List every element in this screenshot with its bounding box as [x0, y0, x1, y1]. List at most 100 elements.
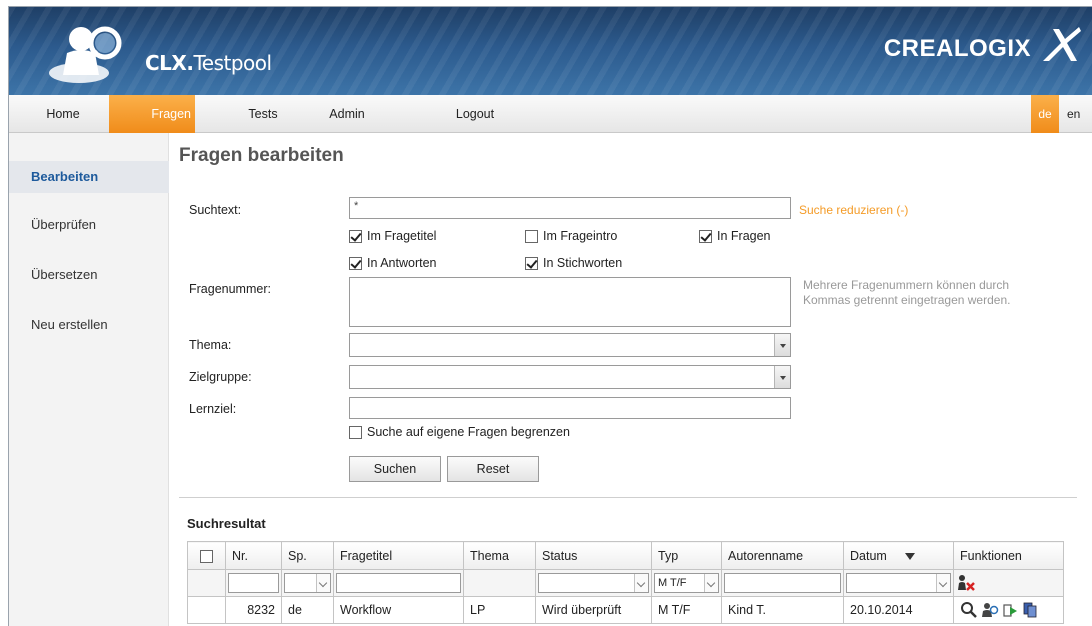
- filter-cell: M T/F: [651, 569, 722, 597]
- filter-datum-select[interactable]: [846, 573, 951, 593]
- table-row[interactable]: 8232 de Workflow LP Wird überprüft M T/F…: [187, 596, 1064, 624]
- filter-cell: [281, 569, 334, 597]
- thema-label: Thema:: [189, 338, 232, 352]
- col-typ[interactable]: Typ: [651, 541, 722, 570]
- checkbox-box[interactable]: [525, 229, 538, 243]
- section-divider: [179, 497, 1077, 498]
- chevron-down-icon[interactable]: [936, 574, 950, 592]
- reduce-search-link[interactable]: Suche reduzieren (-): [799, 203, 908, 217]
- filter-nr-input[interactable]: [228, 573, 279, 593]
- fragenummer-textarea[interactable]: [349, 277, 791, 327]
- col-thema[interactable]: Thema: [463, 541, 536, 570]
- cell-fragetitel: Workflow: [333, 596, 464, 624]
- filter-cell: [843, 569, 954, 597]
- cell-autor: Kind T.: [721, 596, 844, 624]
- nav-home[interactable]: Home: [23, 95, 103, 133]
- sidebar: Bearbeiten Überprüfen Übersetzen Neu ers…: [9, 133, 169, 626]
- checkbox-box[interactable]: [699, 229, 712, 243]
- filter-cell: [333, 569, 464, 597]
- col-funktionen: Funktionen: [953, 541, 1064, 570]
- nav-admin[interactable]: Admin: [317, 95, 377, 133]
- suchtext-input[interactable]: *: [349, 197, 791, 219]
- app-title-bold: CLX.: [145, 51, 194, 75]
- results-table: Nr. Sp. Fragetitel Thema Status Typ Auto…: [187, 541, 1064, 624]
- zielgruppe-select[interactable]: [349, 365, 791, 389]
- checkbox-label: Im Fragetitel: [367, 229, 437, 243]
- checkbox-box[interactable]: [349, 425, 362, 439]
- checkbox-in-stichworten[interactable]: In Stichworten: [525, 256, 622, 270]
- checkbox-im-fragetitel[interactable]: Im Fragetitel: [349, 229, 436, 243]
- crealogix-x-icon: [1043, 27, 1081, 61]
- lang-de[interactable]: de: [1031, 95, 1059, 133]
- sidebar-item-neu-erstellen[interactable]: Neu erstellen: [9, 309, 169, 341]
- magnifier-person-icon: [49, 26, 122, 83]
- col-status[interactable]: Status: [535, 541, 652, 570]
- main-nav: Home Fragen Tests Admin Logout de en: [9, 95, 1092, 133]
- filter-typ-value: M T/F: [658, 577, 687, 589]
- lernziel-label: Lernziel:: [189, 402, 237, 416]
- sidebar-item-uebersetzen[interactable]: Übersetzen: [9, 259, 169, 291]
- reset-button[interactable]: Reset: [447, 456, 539, 482]
- search-icon[interactable]: [960, 601, 978, 619]
- fragenummer-label: Fragenummer:: [189, 282, 271, 296]
- checkbox-label: Im Frageintro: [543, 229, 618, 243]
- col-datum[interactable]: Datum: [843, 541, 954, 570]
- search-button[interactable]: Suchen: [349, 456, 441, 482]
- col-nr[interactable]: Nr.: [225, 541, 282, 570]
- app-window: CLX.Testpool CREALOGIX Home Fragen Tests…: [8, 6, 1092, 626]
- table-header-row: Nr. Sp. Fragetitel Thema Status Typ Auto…: [187, 541, 1064, 570]
- nav-tests[interactable]: Tests: [233, 95, 293, 133]
- checkbox-label: In Fragen: [717, 229, 771, 243]
- filter-typ-select[interactable]: M T/F: [654, 573, 719, 593]
- brand-logo: CREALOGIX: [883, 35, 1031, 62]
- chevron-down-icon[interactable]: [316, 574, 330, 592]
- checkbox-box[interactable]: [349, 256, 362, 270]
- export-icon[interactable]: [1003, 601, 1019, 619]
- copy-icon[interactable]: [1022, 601, 1038, 619]
- row-select-cell: [187, 596, 226, 624]
- chevron-down-icon[interactable]: [704, 574, 718, 592]
- thema-select[interactable]: [349, 333, 791, 357]
- checkbox-label: Suche auf eigene Fragen begrenzen: [367, 425, 570, 439]
- filter-sp-select[interactable]: [284, 573, 331, 593]
- checkbox-im-frageintro[interactable]: Im Frageintro: [525, 229, 617, 243]
- sidebar-item-ueberpruefen[interactable]: Überprüfen: [9, 209, 169, 241]
- col-autorenname[interactable]: Autorenname: [721, 541, 844, 570]
- filter-autor-input[interactable]: [724, 573, 841, 593]
- filter-cell: [535, 569, 652, 597]
- checkbox-in-antworten[interactable]: In Antworten: [349, 256, 437, 270]
- checkbox-label: In Antworten: [367, 256, 437, 270]
- col-sp[interactable]: Sp.: [281, 541, 334, 570]
- sort-desc-icon[interactable]: [904, 552, 915, 560]
- header-banner: CLX.Testpool CREALOGIX: [9, 7, 1092, 95]
- filter-fragetitel-input[interactable]: [336, 573, 461, 593]
- sidebar-item-bearbeiten[interactable]: Bearbeiten: [9, 161, 169, 193]
- review-icon[interactable]: [981, 601, 999, 619]
- col-fragetitel[interactable]: Fragetitel: [333, 541, 464, 570]
- filter-status-select[interactable]: [538, 573, 649, 593]
- chevron-down-icon[interactable]: [774, 334, 790, 356]
- filter-cell: [187, 569, 226, 597]
- checkbox-in-fragen[interactable]: In Fragen: [699, 229, 771, 243]
- suchtext-label: Suchtext:: [189, 203, 242, 217]
- select-all-checkbox[interactable]: [200, 549, 213, 563]
- lang-en[interactable]: en: [1067, 95, 1080, 133]
- nav-fragen[interactable]: Fragen: [109, 95, 195, 133]
- clear-filter-icon[interactable]: [956, 574, 976, 592]
- cell-typ: M T/F: [651, 596, 722, 624]
- chevron-down-icon[interactable]: [634, 574, 648, 592]
- chevron-down-icon[interactable]: [774, 366, 790, 388]
- fragenummer-hint: Mehrere Fragenummern können durch Kommas…: [803, 278, 1010, 308]
- filter-cell: [953, 569, 1064, 597]
- checkbox-eigene-fragen[interactable]: Suche auf eigene Fragen begrenzen: [349, 425, 570, 439]
- checkbox-box[interactable]: [525, 256, 538, 270]
- lernziel-input[interactable]: [349, 397, 791, 419]
- checkbox-label: In Stichworten: [543, 256, 623, 270]
- hint-line-2: Kommas getrennt eingetragen werden.: [803, 293, 1011, 307]
- checkbox-box[interactable]: [349, 229, 362, 243]
- nav-logout[interactable]: Logout: [445, 95, 505, 133]
- select-all-cell: [187, 541, 226, 570]
- filter-cell: [463, 569, 536, 597]
- results-title: Suchresultat: [187, 516, 266, 531]
- filter-row: M T/F: [187, 569, 1064, 597]
